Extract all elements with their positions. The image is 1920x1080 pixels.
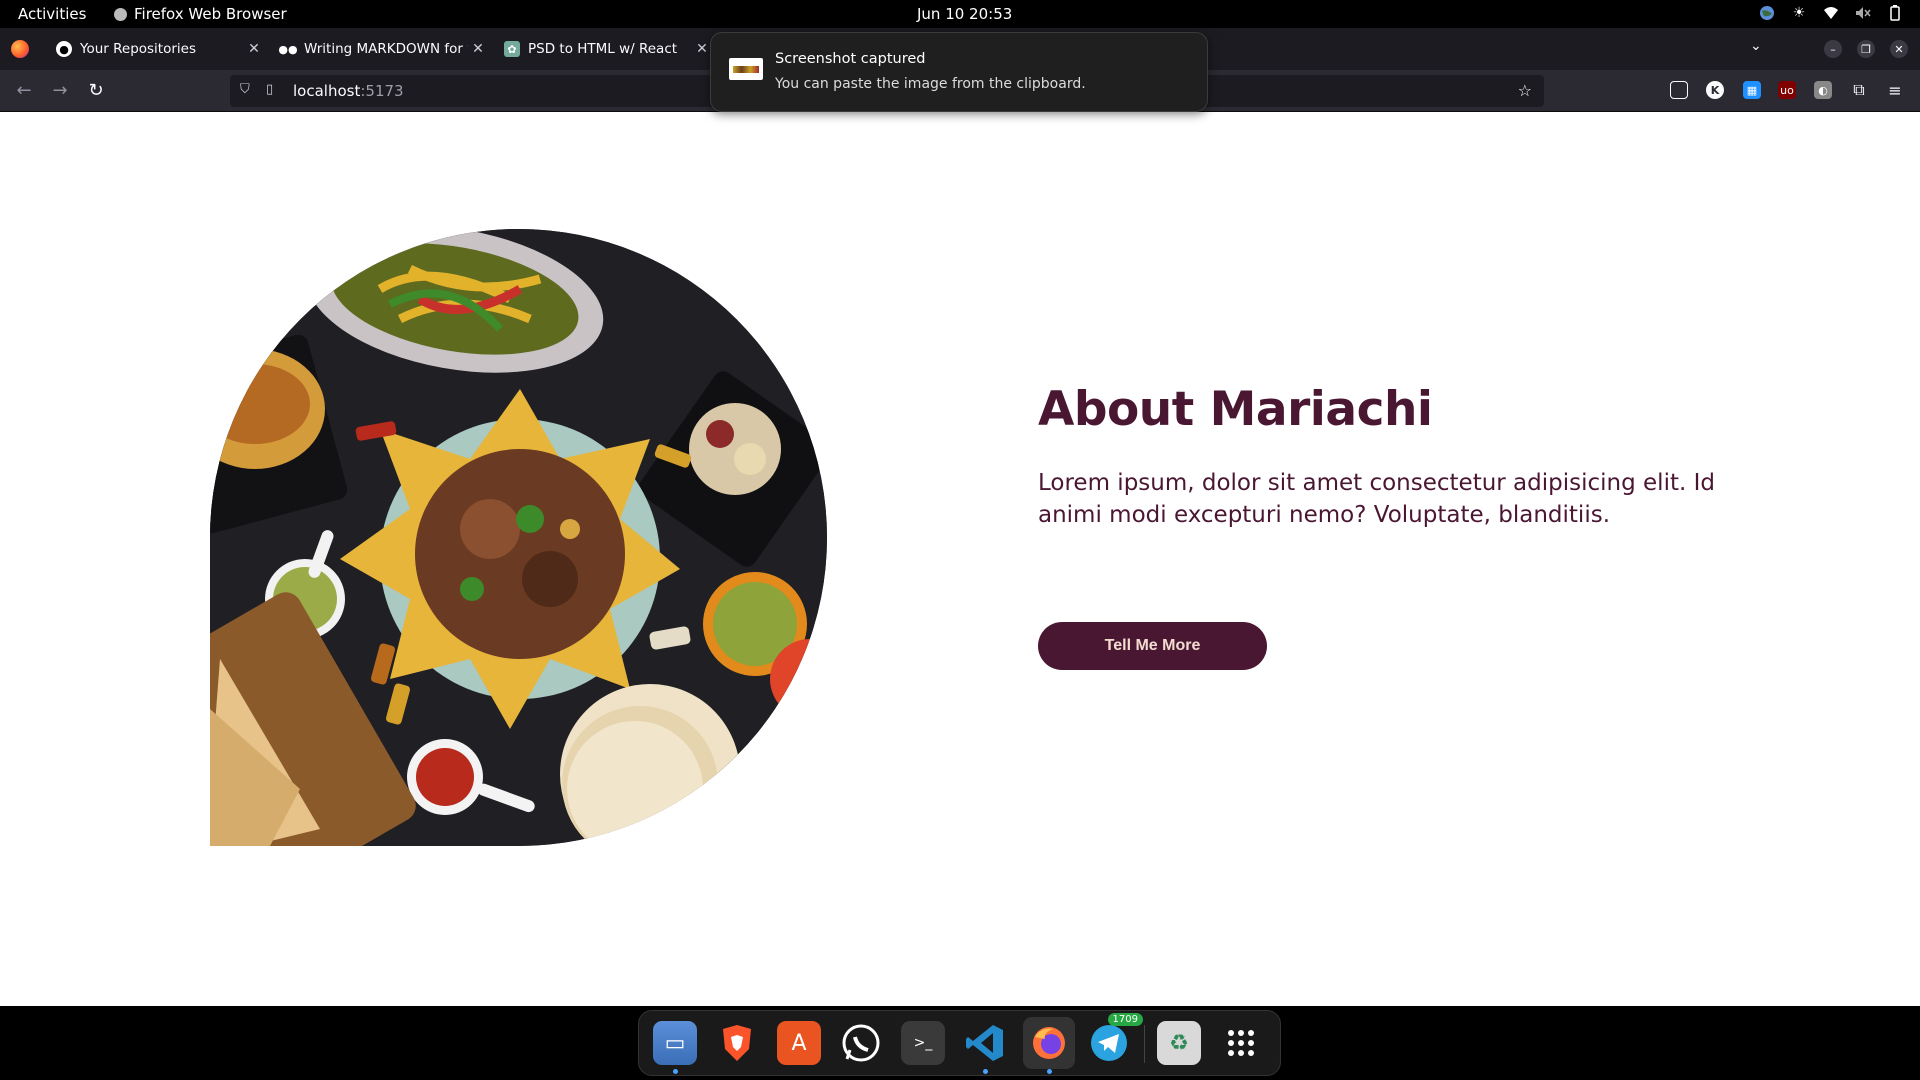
restore-window-button[interactable]: ❐ <box>1857 40 1875 58</box>
close-tab-icon[interactable]: ✕ <box>244 41 264 57</box>
tab-label: Writing MARKDOWN for your <box>304 41 468 57</box>
extension-translate-icon[interactable]: ▦ <box>1743 81 1761 99</box>
back-arrow-icon[interactable]: ← <box>14 80 34 101</box>
extension-mask-icon[interactable]: ◐ <box>1814 81 1832 99</box>
firefox-small-icon <box>114 7 127 21</box>
notification-title: Screenshot captured <box>775 51 926 67</box>
system-tray[interactable]: ☀ <box>1758 4 1904 22</box>
github-icon: ● <box>56 41 72 57</box>
page-info-icon[interactable]: ▯ <box>266 82 273 97</box>
tab-label: PSD to HTML w/ React <box>528 41 678 57</box>
volume-muted-icon[interactable] <box>1854 4 1872 22</box>
close-tab-icon[interactable]: ✕ <box>468 41 488 57</box>
mexican-food-illustration <box>210 229 827 846</box>
about-paragraph: Lorem ipsum, dolor sit amet consectetur … <box>1038 470 1715 528</box>
running-indicator <box>673 1069 678 1074</box>
bookmark-star-icon[interactable]: ☆ <box>1518 81 1532 100</box>
firefox-view-icon[interactable] <box>11 40 29 58</box>
app-menu[interactable]: Firefox Web Browser <box>114 5 287 23</box>
vscode-icon[interactable] <box>963 1021 1007 1065</box>
app-grid-icon[interactable] <box>1219 1021 1263 1065</box>
chatgpt-icon: ✿ <box>504 41 520 57</box>
battery-icon[interactable] <box>1886 4 1904 22</box>
notification-body: You can paste the image from the clipboa… <box>775 76 1086 92</box>
list-all-tabs-chevron-icon[interactable]: ⌄ <box>1750 38 1762 54</box>
about-heading: About Mariachi <box>1038 382 1433 437</box>
wifi-icon[interactable] <box>1822 4 1840 22</box>
files-icon[interactable]: ▭ <box>653 1021 697 1065</box>
screenshot-notification[interactable]: Screenshot captured You can paste the im… <box>710 32 1208 112</box>
close-window-button[interactable]: ✕ <box>1890 40 1908 58</box>
firefox-icon[interactable] <box>1023 1017 1075 1069</box>
reload-icon[interactable]: ↻ <box>86 80 106 101</box>
trash-icon[interactable]: ♻ <box>1157 1021 1201 1065</box>
pocket-icon[interactable] <box>1670 81 1688 99</box>
activities-button[interactable]: Activities <box>18 5 86 23</box>
tell-me-more-button[interactable]: Tell Me More <box>1038 622 1267 670</box>
food-platter-image <box>210 229 827 846</box>
dock-separator <box>1144 1025 1145 1063</box>
running-indicator <box>983 1069 988 1074</box>
extensions-puzzle-icon[interactable]: ⧉ <box>1850 80 1868 99</box>
tracking-protection-shield-icon[interactable]: ⛉ <box>240 82 250 97</box>
tab-label: Your Repositories <box>80 41 196 57</box>
app-center-icon[interactable]: A <box>777 1021 821 1065</box>
extension-k-icon[interactable]: K <box>1706 81 1724 99</box>
page-content: About Mariachi Lorem ipsum, dolor sit am… <box>0 112 1920 1006</box>
whatsapp-icon[interactable] <box>839 1021 883 1065</box>
running-indicator <box>1047 1069 1052 1074</box>
ublock-origin-icon[interactable]: uo <box>1778 81 1796 99</box>
vpn-globe-icon[interactable] <box>1758 4 1776 22</box>
system-top-bar: Activities Firefox Web Browser Jun 10 20… <box>0 0 1920 28</box>
telegram-unread-badge: 1709 <box>1107 1013 1143 1026</box>
url-text[interactable]: localhost:5173 <box>293 82 404 100</box>
tab-psd-to-html[interactable]: ✿ PSD to HTML w/ React ✕ <box>494 32 716 66</box>
close-tab-icon[interactable]: ✕ <box>692 41 712 57</box>
minimize-window-button[interactable]: – <box>1824 40 1842 58</box>
screenshot-thumbnail-icon <box>729 58 763 80</box>
hamburger-menu-icon[interactable]: ≡ <box>1886 81 1904 100</box>
medium-icon: ●● <box>278 42 298 56</box>
brave-icon[interactable] <box>715 1021 759 1065</box>
forward-arrow-icon[interactable]: → <box>50 80 70 101</box>
tab-writing-markdown[interactable]: ●● Writing MARKDOWN for your ✕ <box>270 32 492 66</box>
terminal-icon[interactable]: >_ <box>901 1021 945 1065</box>
clock[interactable]: Jun 10 20:53 <box>917 5 1012 23</box>
about-section: About Mariachi Lorem ipsum, dolor sit am… <box>1038 382 1738 531</box>
app-name-label: Firefox Web Browser <box>134 5 287 23</box>
telegram-icon[interactable]: 1709 <box>1087 1013 1143 1065</box>
dock: ▭ A >_ 1709 ♻ <box>638 1010 1281 1076</box>
tab-your-repositories[interactable]: ● Your Repositories ✕ <box>46 32 268 66</box>
brightness-icon[interactable]: ☀ <box>1790 4 1808 22</box>
